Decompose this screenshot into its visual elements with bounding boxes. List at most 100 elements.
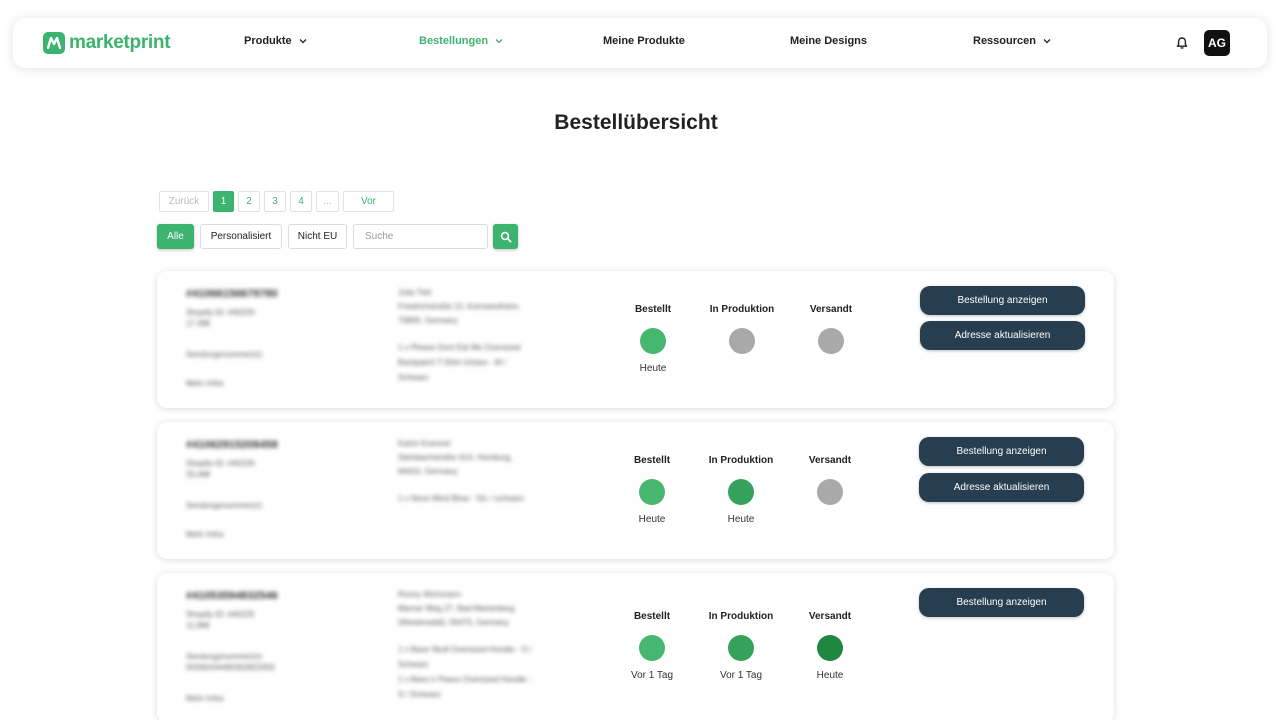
status-dot <box>639 635 665 661</box>
update-address-button[interactable]: Adresse aktualisieren <box>920 321 1085 350</box>
filter-personalized-button[interactable]: Personalisiert <box>200 224 282 249</box>
search-button[interactable] <box>493 224 518 249</box>
filter-all-button[interactable]: Alle <box>157 224 194 249</box>
status-label: In Produktion <box>709 304 775 315</box>
status-date: Heute <box>639 363 667 374</box>
status-label: Bestellt <box>633 611 671 622</box>
pagination-next-button[interactable]: Vor <box>343 191 394 212</box>
bell-icon[interactable] <box>1175 36 1189 50</box>
status-date <box>790 514 870 527</box>
order-card: #41066156679780 Shopify-ID: #40229 17,39… <box>157 271 1114 408</box>
order-tracking-number[interactable]: 00340434490302822002 <box>186 662 326 673</box>
order-item-line: S / Schwarz <box>398 690 441 699</box>
status-shipped: Versandt <box>791 304 871 376</box>
order-shop-id: Shopify-ID: #40225 <box>186 610 255 619</box>
view-order-button[interactable]: Bestellung anzeigen <box>919 588 1084 617</box>
status-date: Heute <box>727 514 755 525</box>
order-card: #41053594832546 Shopify-ID: #40225 11,96… <box>157 573 1114 720</box>
order-address: Ronny Wichmann Marner Weg 27, Bad Marien… <box>398 588 563 630</box>
chevron-down-icon <box>299 39 307 44</box>
pagination-page-3[interactable]: 3 <box>264 191 286 212</box>
avatar[interactable]: AG <box>1204 30 1230 56</box>
pagination-ellipsis: ... <box>316 191 339 212</box>
pagination-prev-button[interactable]: Zurück <box>159 191 209 212</box>
search-input[interactable] <box>353 224 488 249</box>
top-navbar: marketprint Produkte Bestellungen Meine … <box>13 18 1267 68</box>
order-tracking-label: Sendungsnummer(n): <box>186 652 264 661</box>
order-tracking-label: Sendungsnummer(n): <box>186 350 264 359</box>
status-dot <box>640 328 666 354</box>
chevron-down-icon <box>495 39 503 44</box>
order-number[interactable]: #41066156679780 <box>186 288 278 300</box>
nav-bestellungen[interactable]: Bestellungen <box>419 35 503 47</box>
pagination-page-1[interactable]: 1 <box>213 191 234 212</box>
address-line: 70806, Germany <box>398 316 458 325</box>
address-line: Marner Weg 27, Bad Marienberg <box>398 604 515 613</box>
order-card: #41062915208458 Shopify-ID: #40226 33,49… <box>157 422 1114 559</box>
address-line: Katrin Koennel <box>398 439 451 448</box>
status-date: Vor 1 Tag <box>719 670 763 681</box>
order-more-info-link[interactable]: Mehr Infos <box>186 379 224 388</box>
nav-meine-produkte[interactable]: Meine Produkte <box>603 35 685 47</box>
order-tracking: Sendungsnummer(n): 00340434490302822002 <box>186 651 326 673</box>
status-dot <box>817 635 843 661</box>
nav-meine-designs[interactable]: Meine Designs <box>790 35 867 47</box>
logo-mark-icon <box>43 32 65 54</box>
order-tracking-label: Sendungsnummer(n): <box>186 501 264 510</box>
status-dot <box>817 479 843 505</box>
status-ordered: Bestellt Heute <box>612 455 692 527</box>
search-icon <box>500 231 511 242</box>
status-production: In Produktion Heute <box>701 455 781 527</box>
status-shipped: Versandt <box>790 455 870 527</box>
order-item-line: 1 x Please Dont Eat Me Oversized <box>398 343 521 352</box>
address-line: Ronny Wichmann <box>398 590 462 599</box>
order-items: 1 x Neon Mind Blow - S/L / schwarz <box>398 491 568 506</box>
order-tracking: Sendungsnummer(n): <box>186 349 326 360</box>
nav-produkte[interactable]: Produkte <box>244 35 307 47</box>
order-item-line: Schwarz <box>398 373 429 382</box>
order-amount: 11,96€ <box>186 621 210 630</box>
order-items: 1 x Please Dont Eat Me Oversized Backpat… <box>398 340 568 385</box>
order-more-info-link[interactable]: Mehr Infos <box>186 694 224 703</box>
order-number[interactable]: #41053594832546 <box>186 590 278 602</box>
view-order-button[interactable]: Bestellung anzeigen <box>920 286 1085 315</box>
status-dot <box>818 328 844 354</box>
status-label: In Produktion <box>708 611 774 622</box>
status-label: Bestellt <box>633 455 671 466</box>
order-amount: 17,39€ <box>186 319 211 328</box>
order-address: Julia Tiek Friedrichstraße 12, Kornwesth… <box>398 286 563 328</box>
order-amount: 33,49€ <box>186 470 211 479</box>
status-shipped: Versandt Heute <box>790 611 870 683</box>
order-number[interactable]: #41062915208458 <box>186 439 278 451</box>
order-item-line: 1 x Neon Mind Blow - S/L / schwarz <box>398 494 524 503</box>
address-line: Julia Tiek <box>398 288 432 297</box>
page-title: Bestellübersicht <box>554 111 718 134</box>
pagination-page-4[interactable]: 4 <box>290 191 312 212</box>
status-date: Heute <box>816 670 844 681</box>
status-label: Bestellt <box>634 304 672 315</box>
logo[interactable]: marketprint <box>43 32 171 54</box>
order-shop-ref: Shopify-ID: #40229 17,39€ <box>186 307 296 329</box>
status-production: In Produktion Vor 1 Tag <box>701 611 781 683</box>
pagination-page-2[interactable]: 2 <box>238 191 260 212</box>
status-dot <box>728 635 754 661</box>
status-label: Versandt <box>808 611 852 622</box>
nav-ressourcen[interactable]: Ressourcen <box>973 35 1051 47</box>
logo-text: marketprint <box>69 32 171 53</box>
order-item-line: 1 x Bave ir Peace Oversized Hoodie - <box>398 675 532 684</box>
order-more-info-link[interactable]: Mehr Infos <box>186 530 224 539</box>
nav-produkte-label: Produkte <box>244 35 292 47</box>
view-order-button[interactable]: Bestellung anzeigen <box>919 437 1084 466</box>
status-date: Vor 1 Tag <box>630 670 674 681</box>
address-line: 66424, Germany <box>398 467 458 476</box>
pagination: Zurück 1 2 3 4 ... Vor <box>159 191 394 212</box>
status-dot <box>639 479 665 505</box>
address-line: Steinbachstraße 41A, Homburg, <box>398 453 513 462</box>
status-ordered: Bestellt Heute <box>613 304 693 376</box>
nav-bestellungen-label: Bestellungen <box>419 35 489 47</box>
update-address-button[interactable]: Adresse aktualisieren <box>919 473 1084 502</box>
status-label: Versandt <box>809 304 853 315</box>
filter-non-eu-button[interactable]: Nicht EU <box>288 224 347 249</box>
order-shop-id: Shopify-ID: #40226 <box>186 459 255 468</box>
status-label: In Produktion <box>708 455 774 466</box>
